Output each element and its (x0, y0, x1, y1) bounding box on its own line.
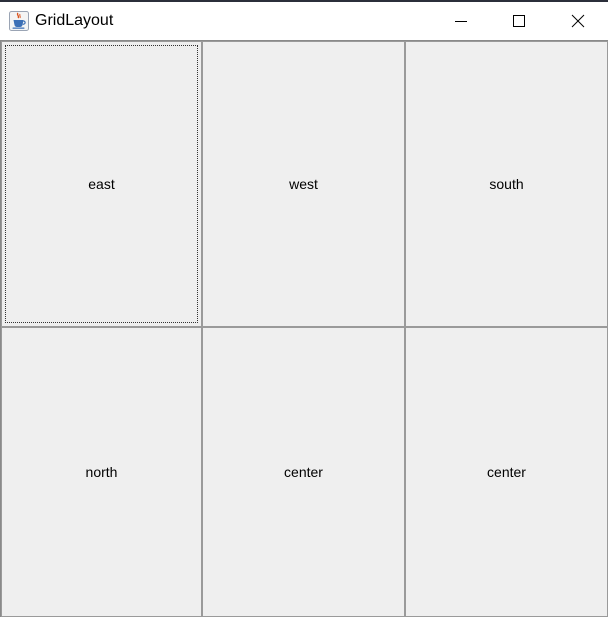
application-window: GridLayout east west south north center … (0, 0, 608, 617)
north-button[interactable]: north (1, 327, 202, 617)
window-title: GridLayout (35, 12, 114, 29)
center-button[interactable]: center (202, 327, 405, 617)
maximize-icon (513, 15, 525, 27)
south-button-label: south (489, 176, 524, 192)
east-button[interactable]: east (1, 41, 202, 327)
grid-layout-panel: east west south north center center (0, 40, 608, 617)
close-icon (571, 14, 585, 28)
title-bar[interactable]: GridLayout (0, 2, 608, 40)
center-button-2-label: center (487, 464, 526, 480)
west-button-label: west (289, 176, 318, 192)
south-button[interactable]: south (405, 41, 608, 327)
java-coffee-cup-icon[interactable] (9, 11, 29, 31)
north-button-label: north (85, 464, 118, 480)
close-button[interactable] (549, 2, 607, 40)
minimize-button[interactable] (432, 2, 490, 40)
west-button[interactable]: west (202, 41, 405, 327)
minimize-icon (455, 21, 467, 22)
maximize-button[interactable] (490, 2, 548, 40)
center-button-2[interactable]: center (405, 327, 608, 617)
center-button-label: center (284, 464, 323, 480)
east-button-label: east (88, 176, 115, 192)
